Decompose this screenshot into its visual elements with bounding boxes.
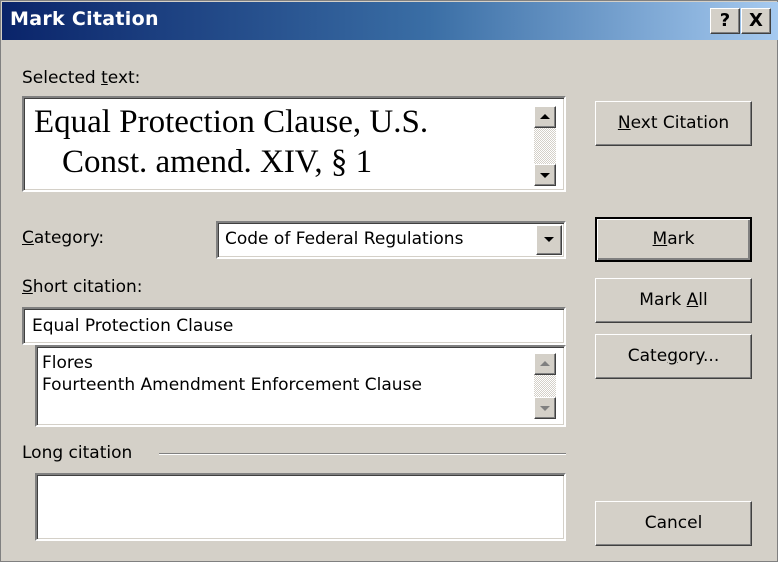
mark-citation-dialog: Mark Citation ? X Selected text: Equal P…	[0, 0, 778, 562]
selected-text-label: Selected text:	[22, 68, 141, 88]
long-citation-divider	[159, 453, 566, 455]
list-item[interactable]: Flores	[42, 352, 93, 374]
close-button[interactable]: X	[741, 8, 771, 34]
scroll-down-button[interactable]	[534, 164, 556, 186]
category-button[interactable]: Category...	[595, 334, 752, 379]
category-label: Category:	[22, 228, 105, 248]
long-citation-input[interactable]	[35, 473, 566, 541]
short-citation-label: Short citation:	[22, 277, 143, 297]
selected-text-line-1: Equal Protection Clause, U.S.	[34, 104, 429, 140]
short-citation-list[interactable]: Flores Fourteenth Amendment Enforcement …	[35, 345, 566, 427]
scroll-up-icon	[540, 114, 550, 119]
long-citation-label: Long citation	[22, 443, 133, 463]
category-select-value: Code of Federal Regulations	[225, 229, 464, 249]
short-citation-list-scrollbar[interactable]	[534, 353, 556, 419]
selected-text-box[interactable]: Equal Protection Clause, U.S. Const. ame…	[22, 96, 566, 192]
next-citation-button[interactable]: Next Citation	[595, 101, 752, 146]
short-citation-value: Equal Protection Clause	[32, 316, 234, 336]
mark-all-button[interactable]: Mark All	[595, 278, 752, 323]
scroll-up-button[interactable]	[534, 106, 556, 128]
category-dropdown-button[interactable]	[536, 225, 562, 255]
selected-text-line-2: Const. amend. XIV, § 1	[62, 144, 373, 180]
scroll-down-icon	[540, 406, 550, 411]
close-icon: X	[749, 10, 763, 31]
scroll-up-button[interactable]	[534, 353, 556, 375]
cancel-button[interactable]: Cancel	[595, 501, 752, 546]
title-bar[interactable]: Mark Citation ? X	[2, 2, 778, 40]
category-select[interactable]: Code of Federal Regulations	[216, 221, 566, 259]
short-citation-input[interactable]: Equal Protection Clause	[22, 307, 566, 345]
scroll-up-icon	[540, 361, 550, 366]
list-item[interactable]: Fourteenth Amendment Enforcement Clause	[42, 374, 422, 396]
window-title: Mark Citation	[10, 8, 159, 30]
chevron-down-icon	[544, 237, 554, 242]
scroll-down-button[interactable]	[534, 397, 556, 419]
selected-text-scrollbar[interactable]	[534, 106, 556, 186]
help-icon: ?	[719, 10, 731, 31]
mark-button[interactable]: Mark	[595, 217, 752, 262]
scroll-down-icon	[540, 173, 550, 178]
help-button[interactable]: ?	[710, 8, 740, 34]
